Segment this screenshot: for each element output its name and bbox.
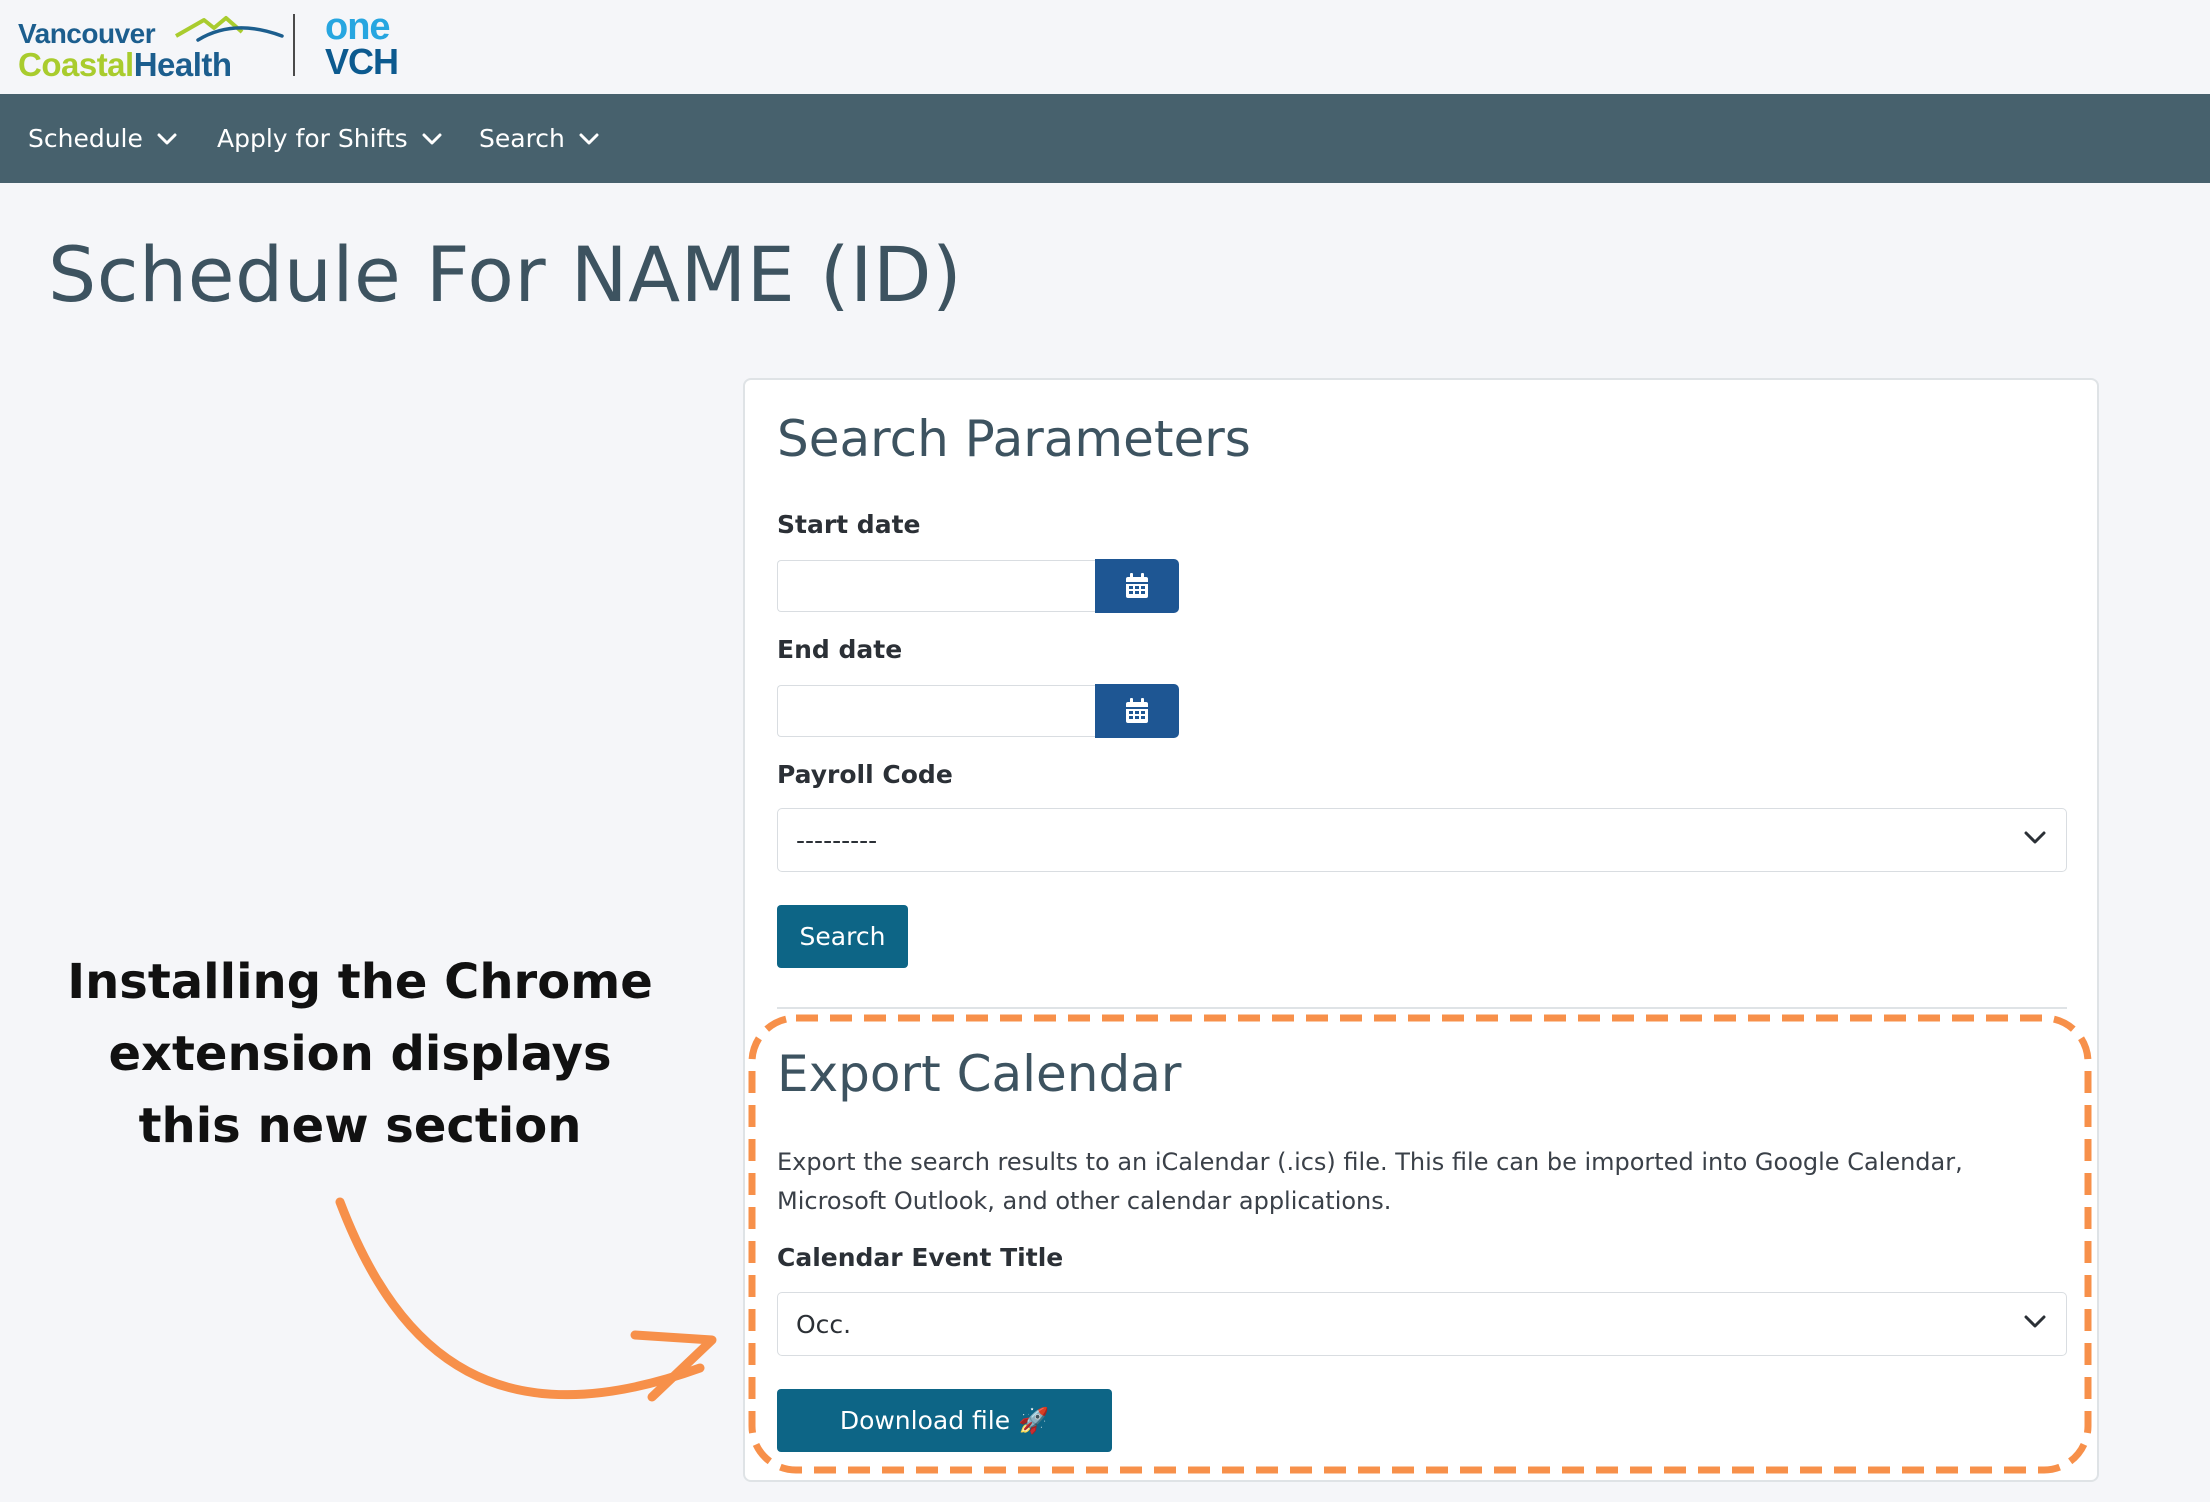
search-parameters-heading: Search Parameters — [777, 410, 1251, 468]
page-title: Schedule For NAME (ID) — [48, 230, 963, 319]
section-divider — [777, 1007, 2067, 1009]
search-card: Search Parameters Start date End date Pa… — [743, 378, 2099, 1482]
export-calendar-heading: Export Calendar — [777, 1045, 1182, 1103]
chevron-down-icon — [579, 133, 599, 144]
annotation-line: Installing the Chrome — [67, 954, 653, 1010]
chevron-down-icon — [2024, 1315, 2046, 1328]
payroll-code-value: --------- — [796, 826, 878, 855]
calendar-event-title-label: Calendar Event Title — [777, 1243, 1064, 1272]
chevron-down-icon — [157, 133, 177, 144]
annotation-line: extension displays — [108, 1026, 612, 1082]
vancouver-coastal-health-logo[interactable]: Vancouver CoastalHealth — [18, 14, 284, 83]
nav-search-label: Search — [479, 124, 565, 153]
one-vch-logo[interactable]: one VCH — [325, 8, 415, 80]
download-file-button[interactable]: Download file 🚀 — [777, 1389, 1112, 1452]
calendar-icon — [1126, 573, 1148, 598]
export-description: Export the search results to an iCalenda… — [777, 1148, 1963, 1215]
end-date-label: End date — [777, 635, 903, 664]
start-date-calendar-button[interactable] — [1095, 559, 1179, 613]
main-navbar: Schedule Apply for Shifts Search — [0, 94, 2210, 183]
mountain-logo-icon — [175, 16, 284, 42]
nav-search[interactable]: Search — [479, 94, 599, 183]
chevron-down-icon — [422, 133, 442, 144]
annotation-text: Installing the Chrome extension displays… — [40, 946, 680, 1162]
nav-schedule-label: Schedule — [28, 124, 143, 153]
start-date-input[interactable] — [777, 560, 1095, 612]
end-date-input[interactable] — [777, 685, 1095, 737]
end-date-calendar-button[interactable] — [1095, 684, 1179, 738]
nav-apply-for-shifts[interactable]: Apply for Shifts — [217, 94, 442, 183]
payroll-code-label: Payroll Code — [777, 760, 953, 789]
payroll-code-select[interactable]: --------- — [777, 808, 2067, 872]
nav-apply-label: Apply for Shifts — [217, 124, 408, 153]
chevron-down-icon — [2024, 831, 2046, 844]
logo-text-coastal-health: CoastalHealth — [18, 46, 232, 83]
start-date-label: Start date — [777, 510, 921, 539]
calendar-event-title-value: Occ. — [796, 1310, 852, 1339]
header-bar: Vancouver CoastalHealth one VCH — [0, 0, 2210, 94]
annotation-line: this new section — [138, 1098, 582, 1154]
calendar-event-title-select[interactable]: Occ. — [777, 1292, 2067, 1356]
search-button[interactable]: Search — [777, 905, 908, 968]
logo-divider — [293, 14, 295, 76]
nav-schedule[interactable]: Schedule — [28, 94, 177, 183]
arrowhead-icon — [630, 1330, 717, 1402]
curved-arrow-icon — [335, 1197, 705, 1400]
calendar-icon — [1126, 698, 1148, 723]
